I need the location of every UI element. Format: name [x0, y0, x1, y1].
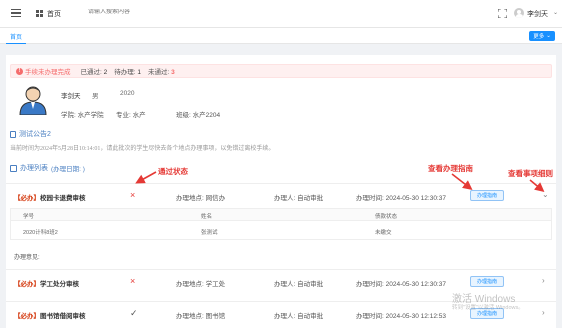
cell-status: 未缴交	[375, 230, 392, 236]
task-location: 办理地点: 学工处	[176, 281, 226, 288]
pass-status-icon: ✓	[130, 308, 138, 318]
chevron-down-icon: ⌄	[546, 33, 551, 39]
chevron-down-icon[interactable]: ⌄	[553, 9, 558, 16]
status-annotation: 通过状态	[158, 167, 188, 176]
more-button[interactable]: 更多 ⌄	[529, 31, 555, 41]
user-name[interactable]: 李剑天	[527, 9, 548, 19]
main-panel: ! 手续未办理完成 已通过: 2 待办理: 1 未通过: 3 李剑天 男 202…	[6, 55, 556, 328]
top-bar: 首页 李剑天 ⌄	[0, 0, 562, 28]
student-gender: 男	[92, 93, 99, 100]
header-student-id: 学号	[23, 214, 35, 220]
header-status: 债款状态	[375, 214, 398, 220]
opinion-label: 办理意见:	[14, 255, 40, 261]
student-year: 2020	[120, 90, 135, 97]
list-title: 办理列表 (办理日期: )	[10, 163, 85, 173]
student-college: 学院: 水产学院	[61, 112, 104, 119]
task-handler: 办理人: 自动审批	[274, 313, 324, 320]
home-grid-icon	[36, 10, 43, 17]
home-link[interactable]: 首页	[47, 9, 61, 19]
guide-button[interactable]: 办理指南	[470, 276, 504, 287]
detail-table: 学号 姓名 债款状态 2020计科8班2 张测试 未缴交	[10, 208, 552, 240]
warning-icon: !	[16, 67, 23, 75]
task-location: 办理地点: 网信办	[176, 195, 226, 202]
cell-name: 张测试	[201, 230, 218, 236]
task-handler: 办理人: 自动审批	[274, 195, 324, 202]
task-row[interactable]: 【必办】 校园卡退费审核 × 办理地点: 网信办 办理人: 自动审批 办理时间:…	[6, 183, 556, 207]
required-tag: 【必办】	[14, 313, 40, 320]
student-major: 专业: 水产	[116, 112, 146, 119]
tab-bar: 首页 更多 ⌄	[0, 28, 562, 44]
task-time: 办理时间: 2024-05-30 12:30:37	[356, 281, 446, 288]
required-tag: 【必办】	[14, 281, 40, 288]
status-alert: ! 手续未办理完成 已通过: 2 待办理: 1 未通过: 3	[10, 64, 552, 78]
list-icon	[10, 164, 17, 172]
notice-title[interactable]: 测试公告2	[10, 129, 51, 139]
chevron-right-icon[interactable]: ›	[542, 276, 545, 285]
tab-home[interactable]: 首页	[6, 28, 27, 44]
student-avatar	[19, 86, 47, 115]
document-icon	[10, 130, 16, 138]
task-name: 校园卡退费审核	[40, 195, 86, 202]
fail-status-icon: ×	[130, 276, 136, 286]
detail-annotation: 查看事项细则	[508, 169, 553, 178]
alert-title: 手续未办理完成	[25, 69, 71, 76]
student-name: 李剑天	[61, 93, 81, 100]
student-class: 班级: 水产2204	[176, 112, 221, 119]
task-time: 办理时间: 2024-05-30 12:30:37	[356, 195, 446, 202]
search-input[interactable]	[88, 9, 178, 15]
windows-watermark-sub: 转到"设置"以激活 Windows。	[452, 305, 524, 311]
menu-icon[interactable]	[11, 9, 21, 17]
pending-count: 待办理: 1	[114, 69, 141, 76]
task-time: 办理时间: 2024-05-30 12:12:53	[356, 313, 446, 320]
header-name: 姓名	[201, 214, 213, 220]
table-header	[11, 209, 551, 221]
required-tag: 【必办】	[14, 195, 40, 202]
user-avatar[interactable]	[514, 8, 524, 18]
notice-body: 当前时间为2024年5月28日10:14:01，请此批次的学生尽快去各个地点办理…	[10, 146, 275, 152]
guide-annotation: 查看办理指南	[428, 164, 473, 173]
fullscreen-icon[interactable]	[498, 9, 507, 18]
passed-count: 已通过: 2	[80, 69, 108, 76]
failed-count: 未通过: 3	[148, 69, 175, 76]
more-button-label: 更多	[533, 34, 545, 40]
task-handler: 办理人: 自动审批	[274, 281, 324, 288]
chevron-down-icon[interactable]: ⌄	[542, 190, 549, 199]
task-name: 学工处分审核	[40, 281, 79, 288]
chevron-right-icon[interactable]: ›	[542, 308, 545, 317]
task-name: 图书馆借阅审核	[40, 313, 86, 320]
task-location: 办理地点: 图书馆	[176, 313, 226, 320]
cell-student-id: 2020计科8班2	[23, 230, 58, 236]
guide-button[interactable]: 办理指南	[470, 190, 504, 201]
fail-status-icon: ×	[130, 190, 136, 200]
